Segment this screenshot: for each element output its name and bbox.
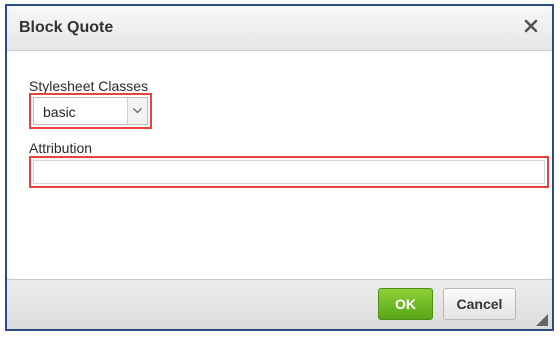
attribution-label: Attribution <box>29 140 93 156</box>
dialog-footer: OK Cancel <box>7 279 552 329</box>
stylesheet-classes-select[interactable]: basic <box>33 97 148 125</box>
resize-grip-icon[interactable] <box>536 313 548 326</box>
chevron-down-icon <box>133 108 142 114</box>
attribution-highlight <box>29 156 549 188</box>
attribution-input[interactable] <box>33 160 545 184</box>
block-quote-dialog: Block Quote Stylesheet Classes basic Att… <box>5 4 554 331</box>
stylesheet-selected-value: basic <box>43 104 76 120</box>
cancel-button[interactable]: Cancel <box>443 288 516 320</box>
ok-button[interactable]: OK <box>378 288 433 320</box>
stylesheet-classes-highlight: basic <box>29 93 152 129</box>
close-icon[interactable] <box>520 15 542 37</box>
dropdown-button[interactable] <box>127 98 147 124</box>
stylesheet-classes-label: Stylesheet Classes <box>29 78 149 94</box>
dialog-titlebar[interactable]: Block Quote <box>7 6 552 51</box>
dialog-title: Block Quote <box>19 19 114 36</box>
